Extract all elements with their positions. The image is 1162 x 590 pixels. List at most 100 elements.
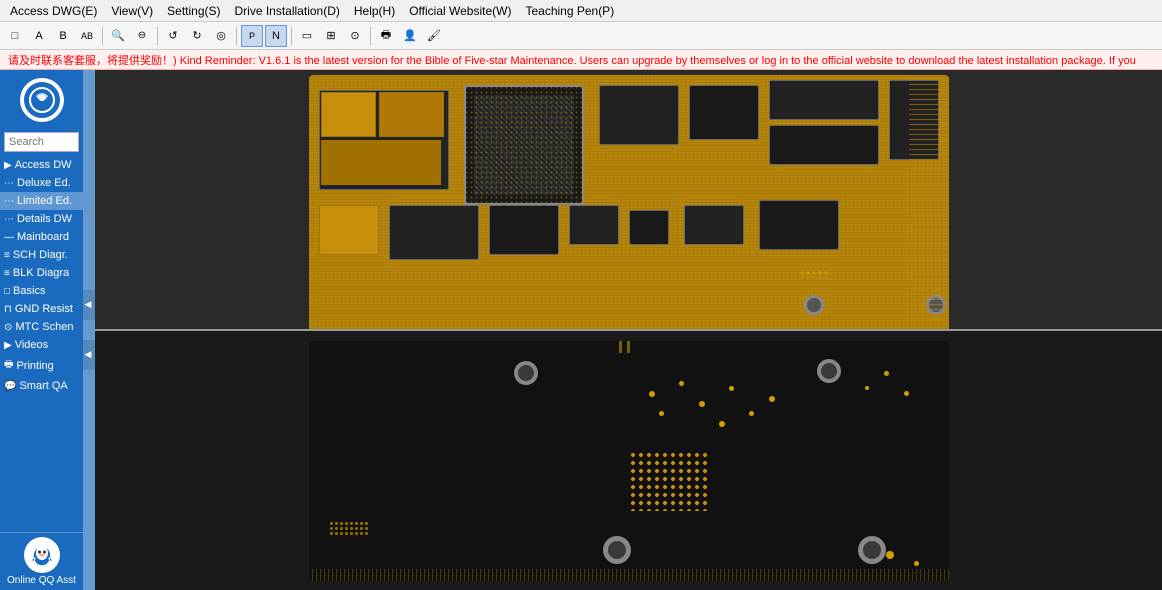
gold-right-4: [886, 551, 894, 559]
sidebar-label-basics: Basics: [13, 285, 45, 297]
menu-website[interactable]: Official Website(W): [403, 2, 517, 20]
comp-gold-3: [321, 140, 441, 185]
sidebar-item-videos[interactable]: ▶ Videos: [0, 336, 83, 354]
sidebar-item-sch-diag[interactable]: ≡ SCH Diagr.: [0, 246, 83, 264]
toolbar-pointer-btn[interactable]: P: [241, 25, 263, 47]
menu-access-dwg[interactable]: Access DWG(E): [4, 2, 103, 20]
sidebar-item-limited-ed[interactable]: ⋯ Limited Ed.: [0, 192, 83, 210]
chip-bottom-1: [389, 205, 479, 260]
sidebar-label-sch: SCH Diagr.: [13, 249, 68, 261]
sidebar-item-details-dw[interactable]: ⋯ Details DW: [0, 210, 83, 228]
gold-pad-4: [729, 386, 734, 391]
menu-teaching[interactable]: Teaching Pen(P): [519, 2, 620, 20]
pcb-board-bottom: [309, 341, 949, 581]
left-notch-dots: [329, 521, 369, 537]
toolbar-measure-btn[interactable]: ⊞: [320, 25, 342, 47]
sidebar-item-access-dw[interactable]: ▶ Access DW: [0, 156, 83, 174]
pcb-bottom-panel: [95, 331, 1162, 590]
mount-hole-bl-1: [514, 361, 538, 385]
toolbar-sep-3: [236, 27, 237, 45]
lines-icon-1: ≡: [4, 250, 10, 261]
toolbar-sep-4: [291, 27, 292, 45]
bottom-traces: [309, 569, 949, 581]
toolbar-circle-btn[interactable]: ⊙: [344, 25, 366, 47]
sidebar-logo: [0, 70, 83, 130]
gnd-icon: ⊓: [4, 304, 12, 315]
logo-inner: [24, 82, 60, 118]
sidebar-label-blk: BLK Diagra: [13, 267, 69, 279]
toolbar-print-btn[interactable]: 🖶: [375, 25, 397, 47]
toolbar-new-btn[interactable]: □: [4, 25, 26, 47]
toolbar-a-btn[interactable]: A: [28, 25, 50, 47]
toolbar-n-btn[interactable]: N: [265, 25, 287, 47]
grid-icon-3: ⋯: [4, 214, 14, 225]
sidebar-label-videos: Videos: [15, 339, 48, 351]
small-dots-1: [799, 270, 829, 278]
menu-drive[interactable]: Drive Installation(D): [229, 2, 346, 20]
chip-bottom-6: [759, 200, 839, 250]
gold-dots-cluster: [629, 451, 709, 511]
main-layout: ▶ Access DW ⋯ Deluxe Ed. ⋯ Limited Ed. ⋯…: [0, 70, 1162, 590]
toolbar-rect-btn[interactable]: ▭: [296, 25, 318, 47]
sidebar-item-mainboard[interactable]: — Mainboard: [0, 228, 83, 246]
chip-right-3: [769, 80, 879, 120]
menu-setting[interactable]: Setting(S): [161, 2, 226, 20]
toolbar-rotate-left-btn[interactable]: ↺: [162, 25, 184, 47]
bga-dots-area: [464, 85, 584, 205]
circle-icon: ⊙: [4, 322, 12, 333]
toolbar-user-btn[interactable]: 👤: [399, 25, 421, 47]
grid-icon-1: ⋯: [4, 178, 14, 189]
sidebar-toggle: ◀ ◀: [83, 70, 95, 590]
menu-view[interactable]: View(V): [105, 2, 159, 20]
gold-pad-2: [679, 381, 684, 386]
menu-help[interactable]: Help(H): [348, 2, 401, 20]
gold-pad-8: [769, 396, 775, 402]
top-edge-markers2: [627, 341, 630, 353]
toggle-bottom-btn[interactable]: ◀: [83, 340, 95, 370]
sidebar-item-gnd-resist[interactable]: ⊓ GND Resist: [0, 300, 83, 318]
gold-right-3: [904, 391, 909, 396]
sidebar-item-deluxe-ed[interactable]: ⋯ Deluxe Ed.: [0, 174, 83, 192]
gold-right-1: [884, 371, 889, 376]
chip-right-1: [599, 85, 679, 145]
notification-bar: 请及时联系客套服，将提供奖励！) Kind Reminder: V1.6.1 i…: [0, 50, 1162, 70]
toolbar-zoom-out-btn[interactable]: ⊖: [131, 25, 153, 47]
gold-pad-6: [719, 421, 725, 427]
arrow-right-icon: ▶: [4, 160, 12, 171]
toolbar-b-btn[interactable]: B: [52, 25, 74, 47]
sidebar-item-smart-qa[interactable]: 💬 Smart QA: [0, 377, 83, 395]
sidebar-item-basics[interactable]: □ Basics: [0, 282, 83, 300]
sidebar-search-container: [4, 132, 79, 152]
toolbar-zoom-in-btn[interactable]: 🔍: [107, 25, 129, 47]
search-input[interactable]: [4, 132, 79, 152]
sidebar-label-deluxe: Deluxe Ed.: [17, 177, 71, 189]
comp-bottom-1: [319, 205, 379, 255]
toolbar-sep-2: [157, 27, 158, 45]
sidebar-label-mainboard: Mainboard: [17, 231, 69, 243]
toolbar-paint-btn[interactable]: 🖌: [423, 25, 445, 47]
toolbar-reset-btn[interactable]: ◎: [210, 25, 232, 47]
qq-icon[interactable]: [24, 537, 60, 573]
sidebar-bottom: Online QQ Asst: [0, 532, 83, 590]
notification-text: 请及时联系客套服，将提供奖励！) Kind Reminder: V1.6.1 i…: [8, 52, 1136, 68]
menu-bar: Access DWG(E) View(V) Setting(S) Drive I…: [0, 0, 1162, 22]
toggle-top-btn[interactable]: ◀: [83, 290, 95, 320]
traces-right: [909, 75, 949, 332]
dash-icon: —: [4, 232, 14, 243]
content-area: [95, 70, 1162, 590]
toolbar-sep-5: [370, 27, 371, 45]
toolbar-ab-btn[interactable]: AB: [76, 25, 98, 47]
sidebar-item-blk-diag[interactable]: ≡ BLK Diagra: [0, 264, 83, 282]
toolbar-rotate-right-btn[interactable]: ↻: [186, 25, 208, 47]
gold-right-5: [914, 561, 919, 566]
sidebar-item-printing[interactable]: 🖶 Printing: [0, 354, 83, 377]
pcb-top-panel: [95, 70, 1162, 331]
comp-gold-2: [379, 92, 444, 137]
sidebar-item-mtc-schen[interactable]: ⊙ MTC Schen: [0, 318, 83, 336]
top-edge-markers: [619, 341, 622, 353]
gold-right-2: [865, 386, 869, 390]
sidebar-label-access-dw: Access DW: [15, 159, 72, 171]
print-icon: 🖶: [4, 357, 13, 374]
sidebar-label-mtc: MTC Schen: [15, 321, 73, 333]
sidebar-label-limited: Limited Ed.: [17, 195, 72, 207]
